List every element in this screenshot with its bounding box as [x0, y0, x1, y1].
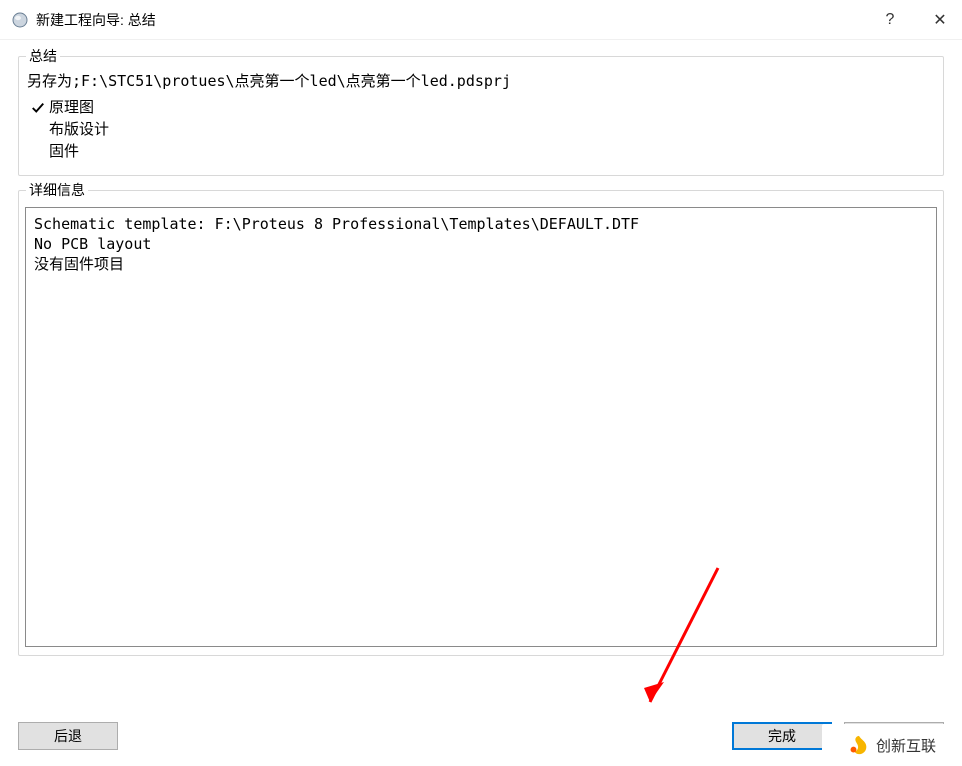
details-legend: 详细信息: [26, 180, 88, 200]
summary-item-firmware: 固件: [25, 141, 937, 163]
summary-item-label: 原理图: [49, 97, 94, 119]
summary-item-label: 布版设计: [49, 119, 109, 141]
details-group: 详细信息 Schematic template: F:\Proteus 8 Pr…: [18, 190, 944, 656]
summary-item-layout: 布版设计: [25, 119, 937, 141]
summary-item-schematic: 原理图: [25, 97, 937, 119]
check-icon: [31, 101, 49, 115]
window-title: 新建工程向导: 总结: [36, 10, 880, 30]
details-text[interactable]: Schematic template: F:\Proteus 8 Profess…: [25, 207, 937, 647]
help-button[interactable]: ?: [880, 10, 900, 30]
finish-button[interactable]: 完成: [732, 722, 832, 750]
titlebar-controls: ? ✕: [880, 10, 950, 30]
back-button[interactable]: 后退: [18, 722, 118, 750]
summary-legend: 总结: [26, 46, 60, 66]
dialog-body: 总结 另存为;F:\STC51\protues\点亮第一个led\点亮第一个le…: [0, 40, 962, 680]
close-button[interactable]: ✕: [930, 10, 950, 30]
watermark: 创新互联: [822, 724, 962, 766]
button-bar: 后退 完成 取消: [18, 722, 944, 750]
app-icon: [12, 12, 28, 28]
summary-group: 总结 另存为;F:\STC51\protues\点亮第一个led\点亮第一个le…: [18, 56, 944, 176]
save-path: 另存为;F:\STC51\protues\点亮第一个led\点亮第一个led.p…: [25, 70, 937, 91]
summary-item-label: 固件: [49, 141, 79, 163]
watermark-text: 创新互联: [876, 735, 936, 756]
titlebar: 新建工程向导: 总结 ? ✕: [0, 0, 962, 40]
watermark-icon: [848, 734, 870, 756]
